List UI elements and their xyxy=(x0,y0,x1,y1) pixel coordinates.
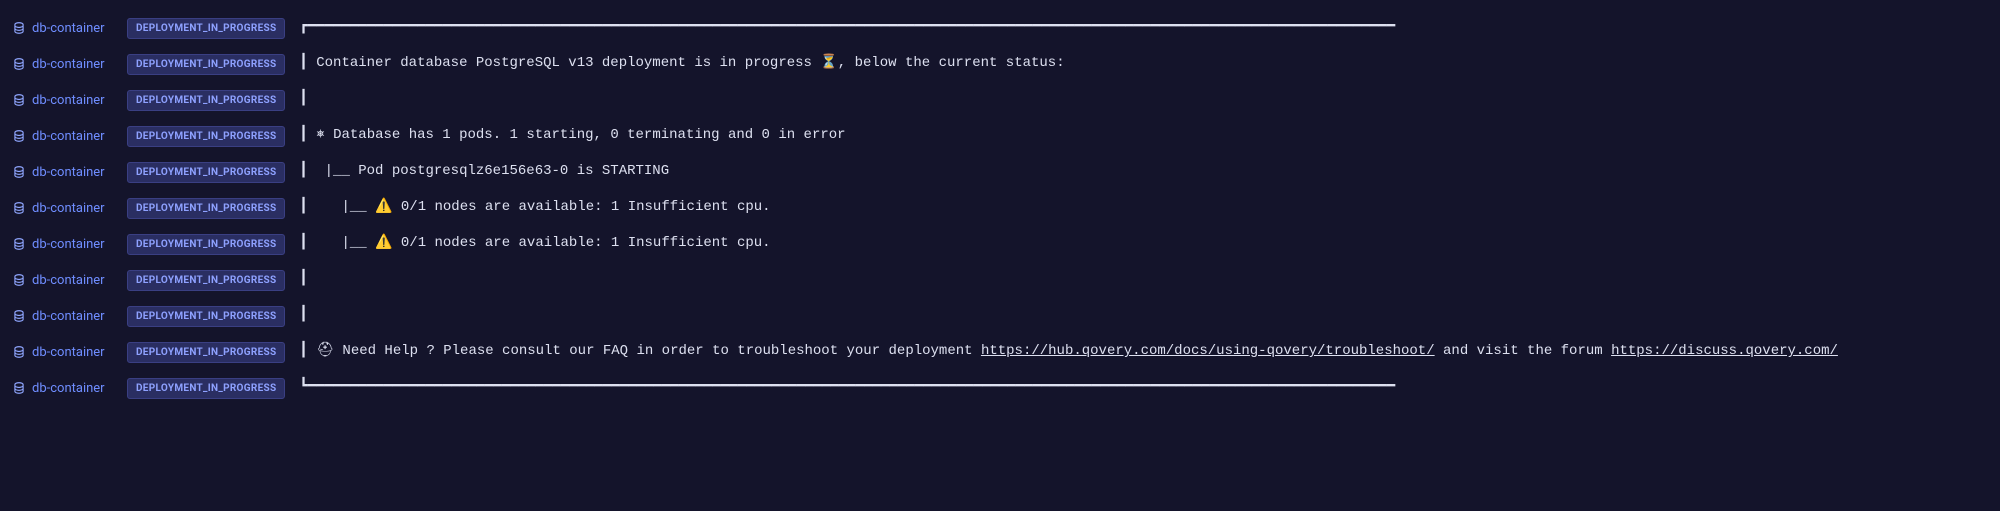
database-icon xyxy=(12,345,26,359)
status-badge: DEPLOYMENT_IN_PROGRESS xyxy=(127,162,285,183)
log-row: db-container DEPLOYMENT_IN_PROGRESS ┃ xyxy=(0,262,2000,298)
log-source-link[interactable]: db-container xyxy=(12,21,117,36)
database-icon xyxy=(12,57,26,71)
log-viewer: db-container DEPLOYMENT_IN_PROGRESS ┏━━━━━… xyxy=(0,0,2000,406)
database-icon xyxy=(12,21,26,35)
log-source-link[interactable]: db-container xyxy=(12,381,117,396)
log-source-label: db-container xyxy=(32,309,105,324)
database-icon xyxy=(12,273,26,287)
log-message: ┃ xyxy=(295,306,307,326)
log-source-label: db-container xyxy=(32,21,105,36)
log-source-label: db-container xyxy=(32,345,105,360)
database-icon xyxy=(12,57,26,71)
log-source-label: db-container xyxy=(32,381,105,396)
log-text: ┃ xyxy=(299,307,307,323)
database-icon xyxy=(12,381,26,395)
log-source-link[interactable]: db-container xyxy=(12,201,117,216)
log-row: db-container DEPLOYMENT_IN_PROGRESS ┃ |__ … xyxy=(0,154,2000,190)
log-source-label: db-container xyxy=(32,165,105,180)
log-source-link[interactable]: db-container xyxy=(12,345,117,360)
status-badge: DEPLOYMENT_IN_PROGRESS xyxy=(127,126,285,147)
help-link[interactable]: https://discuss.qovery.com/ xyxy=(1611,343,1838,359)
log-source-label: db-container xyxy=(32,237,105,252)
log-row: db-container DEPLOYMENT_IN_PROGRESS ┃ |__ … xyxy=(0,190,2000,226)
status-badge: DEPLOYMENT_IN_PROGRESS xyxy=(127,234,285,255)
database-icon xyxy=(12,129,26,143)
log-row: db-container DEPLOYMENT_IN_PROGRESS ┃ |__ … xyxy=(0,226,2000,262)
log-text: and visit the forum xyxy=(1435,343,1611,359)
log-text: ┃ |__ ⚠️ 0/1 nodes are available: 1 Insu… xyxy=(299,199,770,215)
database-icon xyxy=(12,201,26,215)
log-text: ┃ |__ Pod postgresqlz6e156e63-0 is START… xyxy=(299,163,669,179)
status-badge: DEPLOYMENT_IN_PROGRESS xyxy=(127,198,285,219)
database-icon xyxy=(12,309,26,323)
database-icon xyxy=(12,345,26,359)
log-row: db-container DEPLOYMENT_IN_PROGRESS ┃ ⛑ Ne… xyxy=(0,334,2000,370)
status-badge: DEPLOYMENT_IN_PROGRESS xyxy=(127,270,285,291)
database-icon xyxy=(12,273,26,287)
log-message: ┃ |__ ⚠️ 0/1 nodes are available: 1 Insu… xyxy=(295,234,770,254)
log-source-link[interactable]: db-container xyxy=(12,165,117,180)
log-source-link[interactable]: db-container xyxy=(12,309,117,324)
database-icon xyxy=(12,93,26,107)
help-link[interactable]: https://hub.qovery.com/docs/using-qovery… xyxy=(981,343,1435,359)
database-icon xyxy=(12,237,26,251)
log-row: db-container DEPLOYMENT_IN_PROGRESS ┃ xyxy=(0,82,2000,118)
log-source-link[interactable]: db-container xyxy=(12,93,117,108)
log-row: db-container DEPLOYMENT_IN_PROGRESS ┏━━━━━… xyxy=(0,10,2000,46)
log-text: ┃ xyxy=(299,271,307,287)
log-row: db-container DEPLOYMENT_IN_PROGRESS ┗━━━━━… xyxy=(0,370,2000,406)
status-badge: DEPLOYMENT_IN_PROGRESS xyxy=(127,378,285,399)
log-row: db-container DEPLOYMENT_IN_PROGRESS ┃ ⎈ Da… xyxy=(0,118,2000,154)
log-text: ┃ ⛑ Need Help ? Please consult our FAQ i… xyxy=(299,343,981,359)
log-text: ┃ ⎈ Database has 1 pods. 1 starting, 0 t… xyxy=(299,127,845,143)
log-text: ┗━━━━━━━━━━━━━━━━━━━━━━━━━━━━━━━━━━━━━━━… xyxy=(299,379,1395,395)
log-source-label: db-container xyxy=(32,57,105,72)
log-source-link[interactable]: db-container xyxy=(12,129,117,144)
log-text: ┃ |__ ⚠️ 0/1 nodes are available: 1 Insu… xyxy=(299,235,770,251)
log-message: ┃ |__ Pod postgresqlz6e156e63-0 is START… xyxy=(295,162,669,182)
log-message: ┗━━━━━━━━━━━━━━━━━━━━━━━━━━━━━━━━━━━━━━━… xyxy=(295,378,1395,398)
database-icon xyxy=(12,129,26,143)
log-row: db-container DEPLOYMENT_IN_PROGRESS ┃ Cont… xyxy=(0,46,2000,82)
database-icon xyxy=(12,21,26,35)
log-text: ┃ Container database PostgreSQL v13 depl… xyxy=(299,55,1064,71)
status-badge: DEPLOYMENT_IN_PROGRESS xyxy=(127,90,285,111)
log-message: ┃ |__ ⚠️ 0/1 nodes are available: 1 Insu… xyxy=(295,198,770,218)
database-icon xyxy=(12,237,26,251)
status-badge: DEPLOYMENT_IN_PROGRESS xyxy=(127,18,285,39)
log-source-label: db-container xyxy=(32,129,105,144)
log-source-label: db-container xyxy=(32,201,105,216)
database-icon xyxy=(12,381,26,395)
log-message: ┃ Container database PostgreSQL v13 depl… xyxy=(295,54,1064,74)
log-source-label: db-container xyxy=(32,273,105,288)
log-row: db-container DEPLOYMENT_IN_PROGRESS ┃ xyxy=(0,298,2000,334)
log-message: ┏━━━━━━━━━━━━━━━━━━━━━━━━━━━━━━━━━━━━━━━… xyxy=(295,18,1395,38)
status-badge: DEPLOYMENT_IN_PROGRESS xyxy=(127,54,285,75)
status-badge: DEPLOYMENT_IN_PROGRESS xyxy=(127,306,285,327)
log-text: ┏━━━━━━━━━━━━━━━━━━━━━━━━━━━━━━━━━━━━━━━… xyxy=(299,19,1395,35)
database-icon xyxy=(12,309,26,323)
log-text: ┃ xyxy=(299,91,307,107)
database-icon xyxy=(12,165,26,179)
log-source-link[interactable]: db-container xyxy=(12,273,117,288)
log-source-link[interactable]: db-container xyxy=(12,237,117,252)
database-icon xyxy=(12,201,26,215)
log-source-link[interactable]: db-container xyxy=(12,57,117,72)
status-badge: DEPLOYMENT_IN_PROGRESS xyxy=(127,342,285,363)
log-message: ┃ xyxy=(295,90,307,110)
database-icon xyxy=(12,93,26,107)
log-source-label: db-container xyxy=(32,93,105,108)
log-message: ┃ ⎈ Database has 1 pods. 1 starting, 0 t… xyxy=(295,126,845,146)
log-message: ┃ xyxy=(295,270,307,290)
log-message: ┃ ⛑ Need Help ? Please consult our FAQ i… xyxy=(295,342,1837,362)
database-icon xyxy=(12,165,26,179)
